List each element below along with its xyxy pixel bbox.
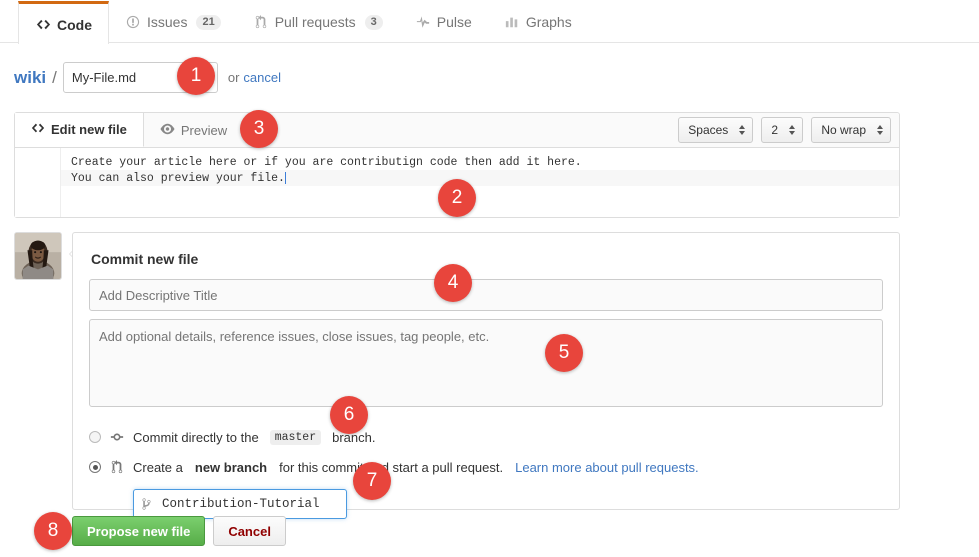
- github-new-wiki-file-page: Code Issues 21 Pull requests 3: [0, 0, 979, 557]
- commit-actions: Propose new file Cancel: [72, 516, 286, 546]
- or-label: or: [228, 70, 240, 85]
- chevron-updown-icon: [789, 125, 795, 135]
- master-branch-chip: master: [270, 430, 321, 445]
- repo-nav-label: Issues: [147, 14, 187, 30]
- callout-badge-3: 3: [240, 110, 278, 148]
- line-text: Create your article here or if you are c…: [61, 156, 582, 169]
- pulse-icon: [415, 14, 431, 30]
- editor-tab-label: Preview: [181, 123, 227, 138]
- tab-preview[interactable]: Preview: [144, 113, 243, 147]
- editor-settings-group: Spaces 2 No wrap: [678, 117, 891, 143]
- avatar: [14, 232, 62, 280]
- propose-new-file-button[interactable]: Propose new file: [72, 516, 205, 546]
- git-pull-request-icon: [109, 460, 125, 474]
- repo-nav-label: Pull requests: [275, 14, 356, 30]
- cancel-filename-link[interactable]: cancel: [243, 70, 281, 85]
- commit-form-heading: Commit new file: [91, 251, 883, 267]
- radio-create-new-branch[interactable]: [89, 461, 101, 473]
- indent-mode-select[interactable]: Spaces: [678, 117, 753, 143]
- option-text-after: for this commit and start a pull request…: [279, 460, 503, 475]
- git-pull-request-icon: [253, 14, 269, 30]
- issues-count-badge: 21: [196, 15, 220, 30]
- breadcrumb-root-link[interactable]: wiki: [14, 68, 46, 88]
- repo-nav-tab-issues[interactable]: Issues 21: [109, 1, 237, 43]
- tab-edit-new-file[interactable]: Edit new file: [15, 113, 144, 147]
- breadcrumb: wiki / or cancel: [14, 62, 281, 93]
- pull-requests-help-link[interactable]: Learn more about pull requests.: [515, 460, 699, 475]
- git-commit-icon: [109, 430, 125, 444]
- avatar-image: [14, 232, 62, 280]
- wrap-mode-value: No wrap: [821, 123, 866, 137]
- code-line[interactable]: 1 Create your article here or if you are…: [15, 154, 899, 170]
- branch-name-input[interactable]: [133, 489, 347, 519]
- option-create-new-branch[interactable]: Create a new branch for this commit and …: [89, 455, 883, 479]
- repo-nav-tab-pulse[interactable]: Pulse: [399, 1, 488, 43]
- branch-name-field: [133, 489, 347, 519]
- git-branch-icon: [141, 498, 152, 511]
- code-icon: [35, 17, 51, 33]
- option-bold-text: new branch: [195, 460, 267, 475]
- issue-opened-icon: [125, 14, 141, 30]
- cancel-button[interactable]: Cancel: [213, 516, 286, 546]
- repo-nav-label: Code: [57, 17, 92, 33]
- option-commit-directly[interactable]: Commit directly to the master branch.: [89, 425, 883, 449]
- eye-icon: [160, 122, 175, 139]
- repo-navigation: Code Issues 21 Pull requests 3: [0, 0, 979, 43]
- repo-nav-tab-code[interactable]: Code: [18, 1, 109, 44]
- callout-badge-2: 2: [438, 179, 476, 217]
- option-text-before: Commit directly to the: [133, 430, 259, 445]
- repo-nav-tab-graphs[interactable]: Graphs: [488, 1, 588, 43]
- repo-nav-list: Code Issues 21 Pull requests 3: [0, 0, 979, 43]
- repo-nav-label: Pulse: [437, 14, 472, 30]
- graph-icon: [504, 14, 520, 30]
- repo-nav-label: Graphs: [526, 14, 572, 30]
- wrap-mode-select[interactable]: No wrap: [811, 117, 891, 143]
- indent-size-select[interactable]: 2: [761, 117, 803, 143]
- commit-target-options: Commit directly to the master branch. Cr…: [89, 425, 883, 519]
- commit-subject-input[interactable]: [89, 279, 883, 311]
- repo-nav-tab-pull-requests[interactable]: Pull requests 3: [237, 1, 399, 43]
- callout-badge-8: 8: [34, 512, 72, 550]
- option-text-before: Create a: [133, 460, 183, 475]
- breadcrumb-separator: /: [52, 68, 57, 88]
- commit-form: Commit new file Commit directly to the m…: [72, 232, 900, 510]
- callout-badge-6: 6: [330, 396, 368, 434]
- code-icon: [31, 121, 45, 138]
- callout-badge-4: 4: [434, 264, 472, 302]
- editor-tab-label: Edit new file: [51, 122, 127, 137]
- callout-badge-1: 1: [177, 57, 215, 95]
- text-caret: [285, 172, 286, 184]
- commit-description-textarea[interactable]: [89, 319, 883, 407]
- pull-requests-count-badge: 3: [365, 15, 383, 30]
- indent-size-value: 2: [771, 123, 778, 137]
- indent-mode-value: Spaces: [688, 123, 728, 137]
- editor-toolbar: Edit new file Preview Spaces 2 No wr: [15, 113, 899, 148]
- radio-commit-directly[interactable]: [89, 431, 101, 443]
- chevron-updown-icon: [877, 125, 883, 135]
- line-number-gutter: [15, 148, 61, 217]
- callout-badge-7: 7: [353, 462, 391, 500]
- line-text: You can also preview your file.: [61, 172, 285, 185]
- chevron-updown-icon: [739, 125, 745, 135]
- callout-badge-5: 5: [545, 334, 583, 372]
